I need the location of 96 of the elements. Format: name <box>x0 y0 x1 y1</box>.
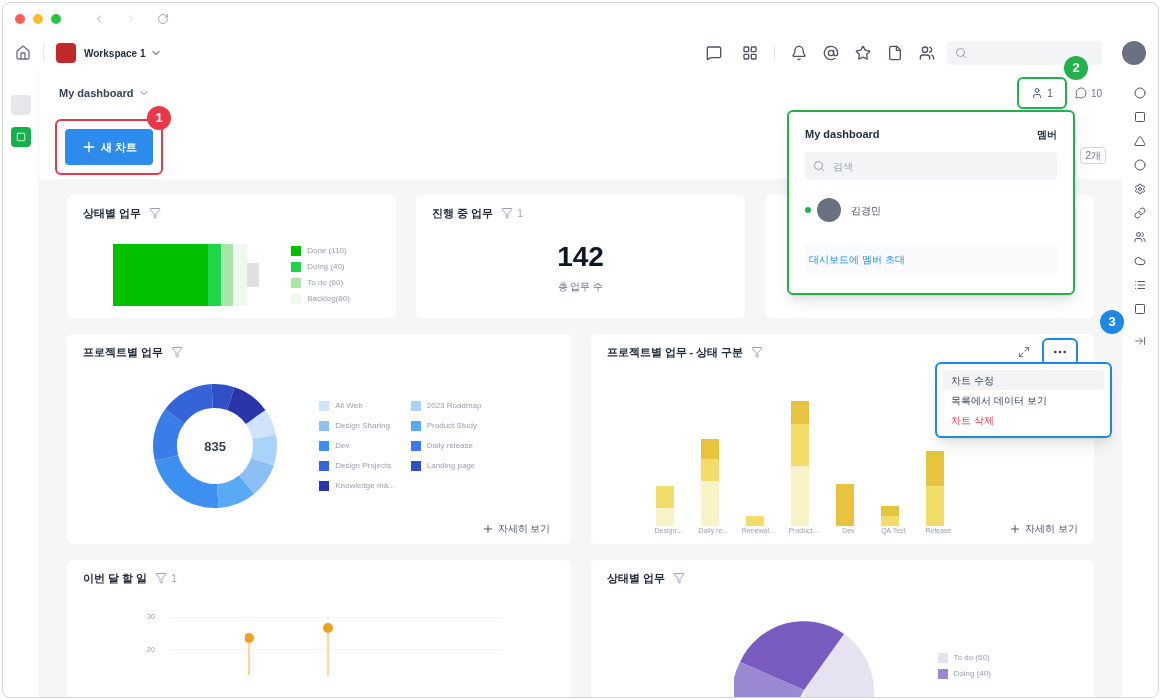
square-icon[interactable] <box>1134 111 1146 123</box>
menu-item[interactable]: 목록에서 데이터 보기 <box>943 390 1104 410</box>
lollipop-mark <box>245 633 254 675</box>
legend-label: Daily release <box>426 439 473 452</box>
circle-icon[interactable] <box>1134 159 1146 171</box>
bar-segment <box>835 483 854 526</box>
plus-icon <box>81 139 97 155</box>
bar-segment <box>745 515 764 526</box>
legend-label: Dev <box>335 439 350 452</box>
square-icon[interactable] <box>1134 303 1146 315</box>
member-row[interactable]: 김경민 <box>805 188 1057 232</box>
circle-icon[interactable] <box>1134 87 1146 99</box>
home-icon[interactable] <box>15 45 31 61</box>
settings-icon[interactable] <box>1134 183 1146 195</box>
comments-button[interactable]: 10 <box>1074 85 1102 101</box>
sidebar-app-icon[interactable] <box>10 127 31 147</box>
notification-icon[interactable] <box>791 45 807 61</box>
popover-title: My dashboard <box>805 126 880 142</box>
bar-segment <box>880 505 899 516</box>
bar-segment <box>880 515 899 526</box>
more-link[interactable]: 자세히 보기 <box>1009 521 1078 536</box>
menu-item[interactable]: 차트 수정 <box>943 370 1104 390</box>
chart-count-button[interactable]: 2개 <box>1080 146 1106 164</box>
donut-total: 835 <box>204 439 226 452</box>
bar-segment <box>790 465 809 526</box>
people-icon[interactable] <box>1134 231 1146 243</box>
bar-segment <box>925 450 944 486</box>
collapse-panel-icon[interactable] <box>1134 335 1146 347</box>
legend-label: To do (60) <box>307 276 344 289</box>
legend-label: Doing (40) <box>953 668 991 680</box>
search-icon <box>955 47 967 59</box>
legend-label: Design Sharing <box>335 419 390 432</box>
bar-segment <box>655 507 674 526</box>
comment-icon <box>1074 87 1087 99</box>
filter-icon[interactable] <box>155 572 168 584</box>
close-window-icon[interactable] <box>15 14 25 24</box>
list-icon[interactable] <box>1134 279 1146 291</box>
donut-segment <box>251 434 278 466</box>
link-icon[interactable] <box>1134 207 1146 219</box>
member-name: 김경민 <box>851 203 881 218</box>
bar-segment <box>925 485 944 526</box>
legend-label: Doing (40) <box>307 260 345 273</box>
menu-item[interactable]: 차트 삭제 <box>943 410 1104 430</box>
donut-segment <box>246 409 277 439</box>
legend-label: Design Projects <box>335 459 392 472</box>
user-avatar[interactable] <box>1122 41 1146 65</box>
document-icon[interactable] <box>887 45 903 61</box>
chat-icon[interactable] <box>706 45 722 61</box>
card-title: 상태별 업무 <box>606 570 665 586</box>
filter-icon[interactable] <box>149 207 162 219</box>
member-avatar <box>817 198 841 222</box>
filter-count: 1 <box>517 206 523 221</box>
reload-icon[interactable] <box>157 13 169 25</box>
bar-segment <box>700 438 719 459</box>
legend-label: All Web <box>335 399 363 412</box>
legend-label: Backlog(80) <box>307 292 350 305</box>
card-title: 진행 중 업무 <box>432 205 494 221</box>
legend-label: Landing page <box>426 459 476 472</box>
star-icon[interactable] <box>855 45 871 61</box>
invite-members-link[interactable]: 대시보드에 멤버 초대 <box>805 245 1057 273</box>
filter-icon[interactable] <box>501 207 514 219</box>
legend-label: Knowledge ma... <box>335 479 395 492</box>
expand-icon[interactable] <box>1018 346 1030 358</box>
triangle-icon[interactable] <box>1134 135 1146 147</box>
legend-label: Product Study <box>426 419 477 432</box>
bar-segment <box>655 485 674 508</box>
people-icon[interactable] <box>919 45 935 61</box>
grid-icon[interactable] <box>742 45 758 61</box>
filter-count: 1 <box>171 571 177 586</box>
more-link[interactable]: 자세히 보기 <box>481 521 551 536</box>
legend-label: Done (110) <box>307 244 347 257</box>
donut-segment <box>239 457 274 494</box>
legend-label: 2023 Roadmap <box>426 399 482 412</box>
number-caption: 총 업무 수 <box>557 280 604 294</box>
workspace-switcher[interactable]: Workspace 1 <box>84 45 162 61</box>
filter-icon[interactable] <box>751 346 764 358</box>
plus-icon <box>1009 522 1022 535</box>
lollipop-mark <box>323 623 333 675</box>
card-title: 프로젝트별 업무 - 상태 구분 <box>606 344 744 360</box>
legend-label: To do (60) <box>953 652 990 664</box>
dashboard-title-dropdown[interactable]: My dashboard <box>59 84 150 102</box>
card-title: 프로젝트별 업무 <box>83 344 164 360</box>
card-title: 이번 달 할 일 <box>83 570 148 586</box>
plus-icon <box>481 522 494 535</box>
maximize-window-icon[interactable] <box>51 14 61 24</box>
card-title: 상태별 업무 <box>83 205 142 221</box>
search-field[interactable] <box>947 41 1102 65</box>
big-number: 142 <box>557 243 604 271</box>
filter-icon[interactable] <box>171 346 184 358</box>
cloud-icon[interactable] <box>1134 255 1146 267</box>
popover-tab[interactable]: 멤버 <box>1037 126 1057 142</box>
filter-icon[interactable] <box>672 572 685 584</box>
search-icon <box>813 160 825 172</box>
person-icon <box>1031 87 1044 99</box>
at-sign-icon[interactable] <box>823 45 839 61</box>
workspace-logo-icon <box>56 43 76 63</box>
